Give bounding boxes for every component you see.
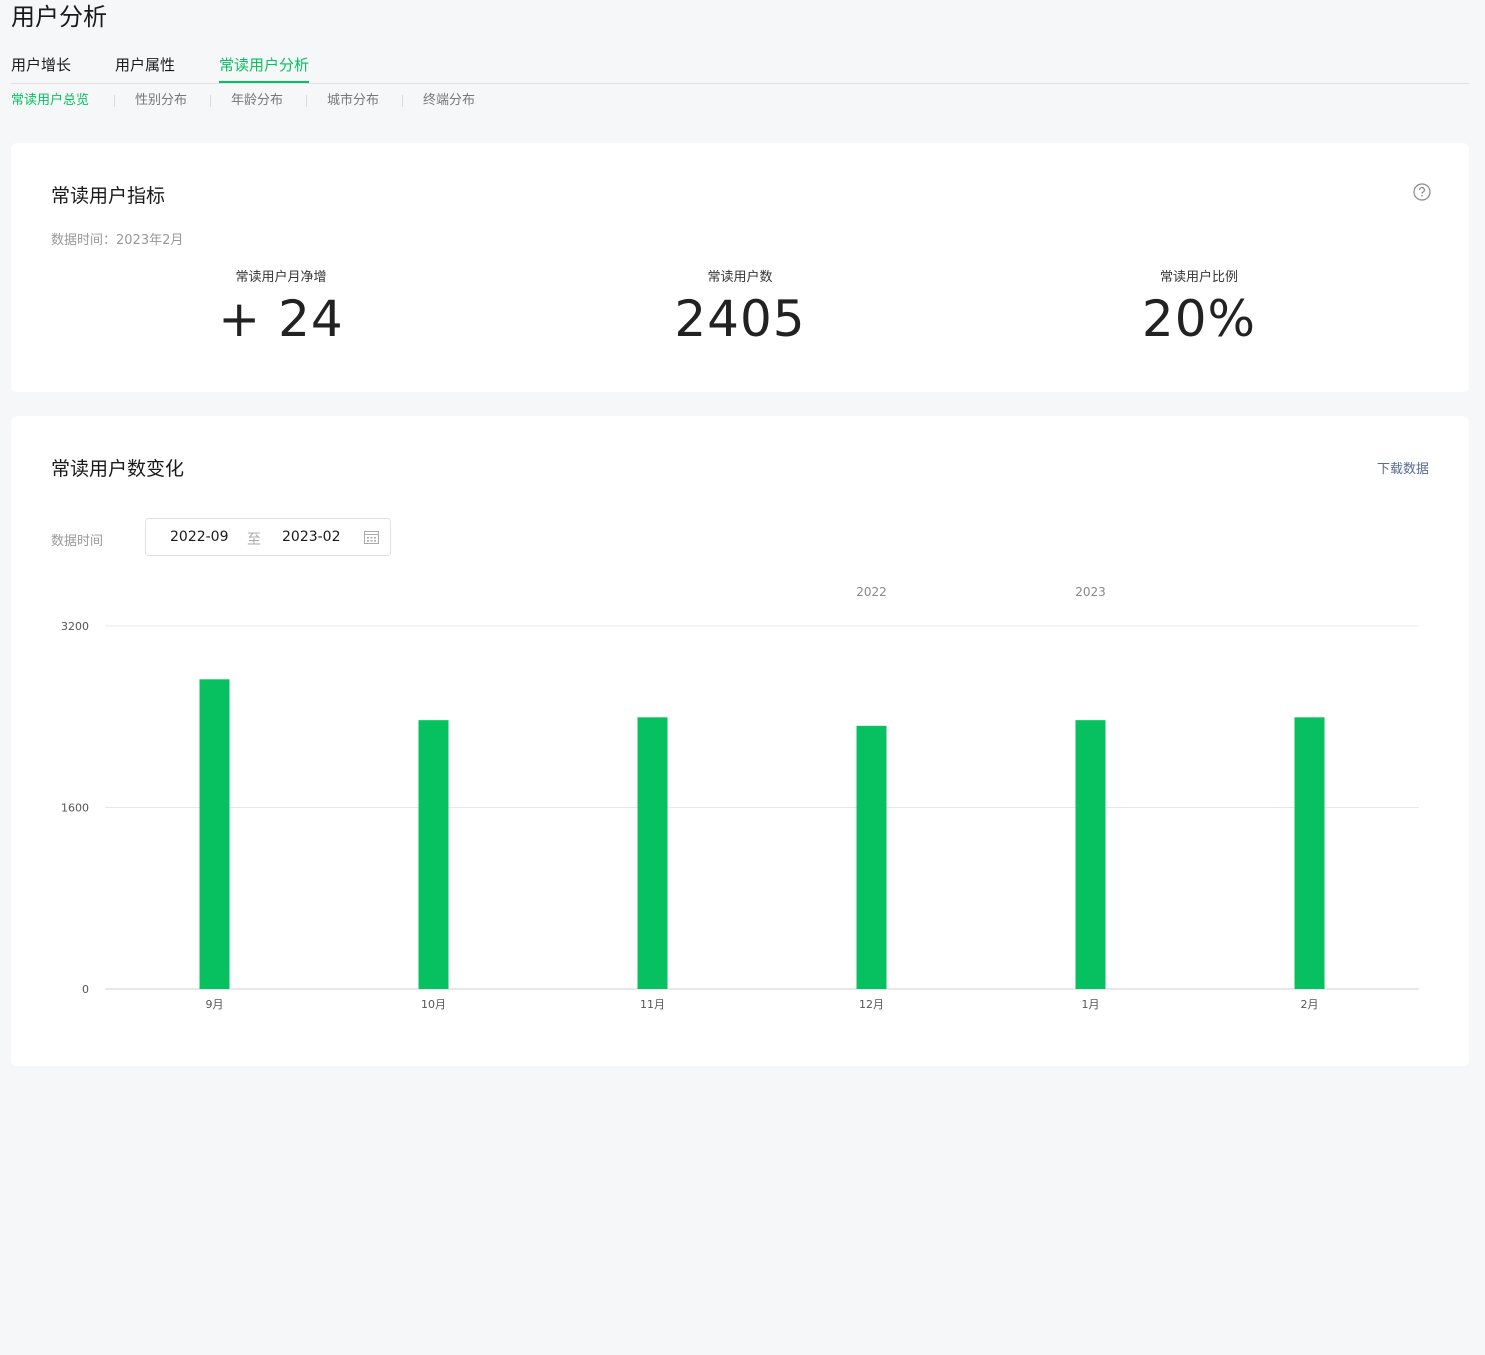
- subtab-divider: [114, 95, 115, 107]
- metric-reader-ratio: 常读用户比例 20%: [1079, 266, 1319, 348]
- metrics-card-title: 常读用户指标: [51, 185, 166, 207]
- metric-value: + 24: [218, 290, 344, 348]
- bar: [418, 720, 449, 989]
- metrics-data-time: 数据时间：2023年2月: [51, 233, 184, 248]
- x-tick-label: 12月: [859, 998, 884, 1011]
- subtab-divider: [306, 95, 307, 107]
- metric-label: 常读用户数: [707, 270, 773, 285]
- metric-label: 常读用户月净增: [235, 270, 327, 285]
- tab-user-growth[interactable]: 用户增长: [11, 55, 71, 75]
- y-tick-label: 3200: [61, 620, 89, 633]
- bar: [856, 725, 887, 989]
- trend-card: 常读用户数变化 下载数据 数据时间 2022-09 至 2023-02 0 160…: [11, 416, 1469, 1066]
- bar: [199, 679, 230, 989]
- x-tick-label: 10月: [421, 998, 446, 1011]
- x-tick-label: 9月: [206, 998, 224, 1011]
- bar: [637, 717, 668, 989]
- metric-reader-count: 常读用户数 2405: [620, 266, 860, 348]
- year-label: 2022: [856, 585, 887, 599]
- y-tick-label: 0: [82, 983, 89, 996]
- metric-value: 20%: [1141, 290, 1257, 348]
- subtab-device[interactable]: 终端分布: [423, 92, 475, 110]
- bar: [1294, 717, 1325, 989]
- year-label: 2023: [1075, 585, 1106, 599]
- subtab-divider: [210, 95, 211, 107]
- x-tick-label: 11月: [640, 998, 665, 1011]
- x-tick-label: 2月: [1301, 998, 1319, 1011]
- subtab-age[interactable]: 年龄分布: [231, 92, 283, 110]
- help-circle-icon[interactable]: [1413, 183, 1431, 201]
- y-tick-label: 1600: [61, 802, 89, 815]
- tab-frequent-reader-analysis[interactable]: 常读用户分析: [219, 55, 310, 83]
- main-tabs: 用户增长 用户属性 常读用户分析: [11, 55, 1469, 84]
- subtab-overview[interactable]: 常读用户总览: [11, 92, 89, 110]
- metrics-card: 常读用户指标 数据时间：2023年2月 常读用户月净增 + 24 常读用户数 2…: [11, 143, 1469, 392]
- tab-user-attributes[interactable]: 用户属性: [115, 55, 175, 75]
- subtab-divider: [402, 95, 403, 107]
- x-tick-label: 1月: [1082, 998, 1100, 1011]
- metric-label: 常读用户比例: [1159, 270, 1238, 285]
- bar: [1075, 720, 1106, 989]
- subtab-city[interactable]: 城市分布: [327, 92, 379, 110]
- page-title: 用户分析: [11, 3, 107, 31]
- subtab-gender[interactable]: 性别分布: [135, 92, 187, 110]
- metric-value: 2405: [674, 290, 806, 348]
- metric-net-increase: 常读用户月净增 + 24: [161, 266, 401, 348]
- frequent-readers-bar-chart: 0 1600 3200 9月 10月 11月 12月 1月 2月 2022 2023: [61, 585, 1419, 1011]
